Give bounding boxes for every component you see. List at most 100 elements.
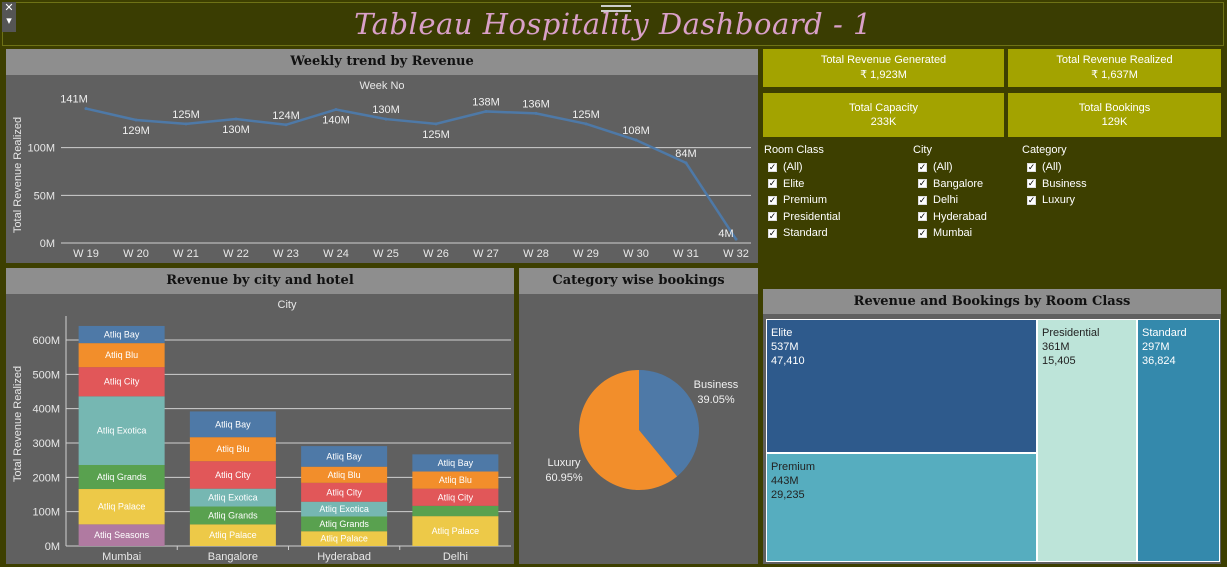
checkbox-checked-icon[interactable]: ✓: [918, 212, 927, 222]
segment-label: Atliq Palace: [98, 502, 146, 512]
checkbox-checked-icon[interactable]: ✓: [1027, 162, 1036, 172]
checkbox-checked-icon[interactable]: ✓: [918, 195, 927, 205]
filter-category: Category ✓ (All) ✓ Business ✓ Luxury: [1022, 144, 1122, 209]
checkbox-checked-icon[interactable]: ✓: [768, 179, 777, 189]
close-icon[interactable]: ✕: [2, 2, 16, 15]
filter-option[interactable]: ✓ (All): [918, 159, 1013, 176]
filter-option[interactable]: ✓ Standard: [768, 225, 904, 242]
weekly-trend-title: Weekly trend by Revenue: [6, 49, 758, 75]
weekly-y-label: Total Revenue Realized: [12, 117, 24, 233]
segment-label: Atliq Blu: [105, 350, 138, 360]
y-tick-label: 50M: [34, 190, 55, 202]
data-point: [584, 122, 588, 126]
data-point: [734, 237, 738, 241]
checkbox-checked-icon[interactable]: ✓: [1027, 195, 1036, 205]
filter-option[interactable]: ✓ (All): [768, 159, 904, 176]
segment-label: Atliq Palace: [432, 526, 480, 536]
filter-option[interactable]: ✓ Elite: [768, 176, 904, 193]
treemap-cell-presidential[interactable]: Presidential 361M 15,405: [1037, 319, 1137, 562]
data-label: 84M: [675, 148, 696, 160]
checkbox-checked-icon[interactable]: ✓: [768, 228, 777, 238]
x-tick-label: W 27: [473, 248, 499, 260]
data-point: [234, 117, 238, 121]
filter-option[interactable]: ✓ Bangalore: [918, 176, 1013, 193]
filter-title: City: [913, 144, 932, 156]
treemap-cell-elite[interactable]: Elite 537M 47,410: [766, 319, 1037, 453]
segment-label: Atliq City: [104, 377, 140, 387]
x-tick-label: W 31: [673, 248, 699, 260]
city-x-header: City: [278, 299, 297, 311]
data-label: 140M: [322, 115, 350, 127]
x-tick-label: Mumbai: [102, 551, 141, 563]
data-label: 124M: [272, 110, 300, 122]
checkbox-checked-icon[interactable]: ✓: [918, 162, 927, 172]
segment-label: Atliq Blu: [439, 475, 472, 485]
filter-option[interactable]: ✓ Luxury: [1027, 192, 1122, 209]
data-point: [134, 118, 138, 122]
room-class-treemap[interactable]: Elite 537M 47,410 Premium 443M 29,235 Pr…: [766, 319, 1220, 562]
segment-label: Atliq City: [438, 492, 474, 502]
city-hotel-title: Revenue by city and hotel: [6, 268, 514, 294]
checkbox-checked-icon[interactable]: ✓: [1027, 179, 1036, 189]
weekly-trend-panel: Weekly trend by Revenue Week No Total Re…: [6, 49, 758, 263]
kpi-value: ₹ 1,637M: [1091, 69, 1138, 81]
data-label: 4M: [718, 228, 733, 240]
data-label: 141M: [60, 94, 88, 106]
dashboard-title-bar: Tableau Hospitality Dashboard - 1: [2, 2, 1224, 46]
city-hotel-chart[interactable]: City Total Revenue Realized 0M 100M 200M 30…: [6, 294, 514, 564]
treemap-cell-premium[interactable]: Premium 443M 29,235: [766, 453, 1037, 562]
x-tick-label: W 26: [423, 248, 449, 260]
kpi-value: ₹ 1,923M: [860, 69, 907, 81]
filter-option[interactable]: ✓ Business: [1027, 176, 1122, 193]
weekly-trend-chart[interactable]: Week No Total Revenue Realized 0M 50M 100M…: [6, 75, 758, 263]
filter-title: Room Class: [764, 144, 824, 156]
x-tick-label: W 32: [723, 248, 749, 260]
kpi-value: 233K: [870, 116, 897, 128]
filter-option[interactable]: ✓ (All): [1027, 159, 1122, 176]
segment-label: Atliq City: [215, 470, 251, 480]
x-tick-label: Bangalore: [208, 551, 258, 563]
data-point: [484, 109, 488, 113]
kpi-revenue-realized: Total Revenue Realized ₹ 1,637M: [1008, 49, 1221, 87]
drag-handle-icon[interactable]: [601, 5, 631, 12]
y-tick-label: 200M: [32, 472, 60, 484]
data-point: [184, 122, 188, 126]
slice-label: Business: [694, 379, 739, 391]
data-label: 138M: [472, 96, 500, 108]
filter-option[interactable]: ✓ Premium: [768, 192, 904, 209]
data-point: [684, 161, 688, 165]
checkbox-checked-icon[interactable]: ✓: [768, 162, 777, 172]
checkbox-checked-icon[interactable]: ✓: [918, 228, 927, 238]
kpi-title: Total Bookings: [1078, 102, 1151, 114]
x-tick-label: Delhi: [443, 551, 468, 563]
filter-option[interactable]: ✓ Mumbai: [918, 225, 1013, 242]
y-tick-label: 600M: [32, 335, 60, 347]
data-point: [284, 123, 288, 127]
filter-option[interactable]: ✓ Delhi: [918, 192, 1013, 209]
kpi-title: Total Revenue Generated: [820, 54, 947, 66]
segment-label: Atliq Bay: [326, 451, 362, 461]
segment-label: Atliq Grands: [208, 510, 258, 520]
x-tick-label: Hyderabad: [317, 551, 371, 563]
kpi-title: Total Revenue Realized: [1056, 54, 1173, 66]
filter-city: City ✓ (All) ✓ Bangalore ✓ Delhi ✓ Hyderabad…: [913, 144, 1013, 242]
dropdown-menu-icon[interactable]: ▾: [2, 15, 16, 28]
slice-value: 39.05%: [697, 394, 735, 406]
y-tick-label: 300M: [32, 438, 60, 450]
category-pie-chart[interactable]: Business 39.05% Luxury 60.95%: [519, 294, 758, 564]
segment-label: Atliq City: [326, 487, 362, 497]
slice-value: 60.95%: [545, 472, 583, 484]
weekly-x-header: Week No: [359, 80, 404, 92]
treemap-cell-standard[interactable]: Standard 297M 36,824: [1137, 319, 1220, 562]
checkbox-checked-icon[interactable]: ✓: [768, 212, 777, 222]
filter-option[interactable]: ✓ Presidential: [768, 209, 904, 226]
data-label: 108M: [622, 125, 650, 137]
checkbox-checked-icon[interactable]: ✓: [918, 179, 927, 189]
y-tick-label: 100M: [32, 507, 60, 519]
x-tick-label: W 22: [223, 248, 249, 260]
filter-option[interactable]: ✓ Hyderabad: [918, 209, 1013, 226]
checkbox-checked-icon[interactable]: ✓: [768, 195, 777, 205]
y-tick-label: 0M: [45, 541, 60, 553]
y-tick-label: 100M: [27, 143, 55, 155]
x-tick-label: W 24: [323, 248, 349, 260]
